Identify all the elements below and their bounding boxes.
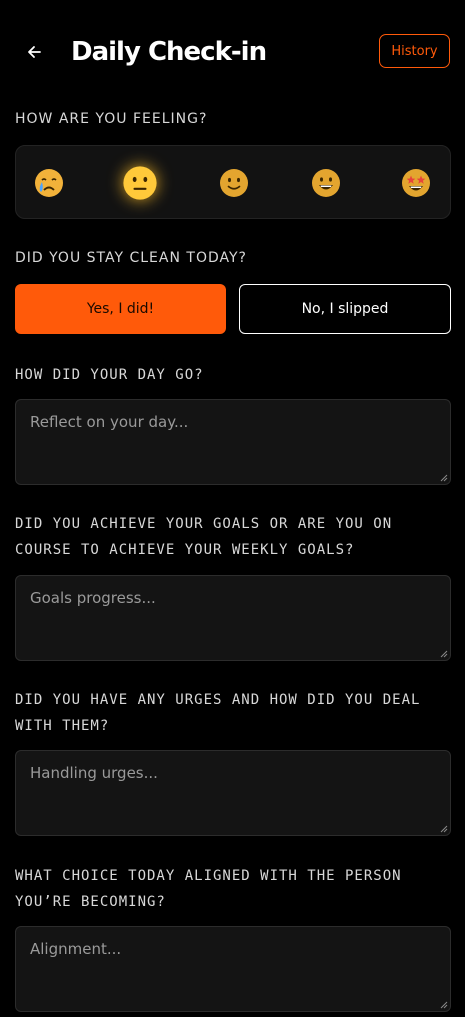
crying-face-icon	[35, 169, 63, 197]
alignment-placeholder: Alignment...	[30, 940, 122, 958]
back-button[interactable]	[20, 38, 48, 66]
mood-option-slightly-smiling[interactable]	[212, 161, 256, 205]
day-reflection-field[interactable]: Reflect on your day...	[15, 399, 451, 485]
urges-question-label: DID YOU HAVE ANY URGES AND HOW DID YOU D…	[15, 692, 421, 734]
day-question-label: HOW DID YOUR DAY GO?	[15, 367, 204, 383]
day-reflection-placeholder: Reflect on your day...	[30, 413, 189, 431]
resize-grip-icon[interactable]	[439, 473, 448, 482]
header-bar: Daily Check-in History	[0, 30, 465, 74]
goals-progress-placeholder: Goals progress...	[30, 589, 156, 607]
mood-option-neutral[interactable]	[118, 161, 162, 205]
neutral-face-icon	[123, 166, 157, 200]
grinning-face-icon	[312, 169, 340, 197]
page-title: Daily Check-in	[71, 37, 267, 67]
no-slipped-button[interactable]: No, I slipped	[239, 284, 451, 334]
goals-progress-field[interactable]: Goals progress...	[15, 575, 451, 661]
resize-grip-icon[interactable]	[439, 824, 448, 833]
alignment-question-label: WHAT CHOICE TODAY ALIGNED WITH THE PERSO…	[15, 868, 402, 910]
arrow-left-icon	[28, 46, 41, 58]
handling-urges-field[interactable]: Handling urges...	[15, 750, 451, 836]
goals-question-label: DID YOU ACHIEVE YOUR GOALS OR ARE YOU ON…	[15, 516, 393, 558]
mood-option-sad[interactable]	[27, 161, 71, 205]
star-struck-face-icon	[402, 169, 430, 197]
alignment-field[interactable]: Alignment...	[15, 926, 451, 1012]
handling-urges-placeholder: Handling urges...	[30, 764, 158, 782]
clean-question-label: DID YOU STAY CLEAN TODAY?	[15, 250, 247, 266]
mood-selector	[15, 145, 451, 219]
resize-grip-icon[interactable]	[439, 649, 448, 658]
mood-option-star-struck[interactable]	[394, 161, 438, 205]
mood-question-label: HOW ARE YOU FEELING?	[15, 111, 208, 127]
history-button[interactable]: History	[379, 34, 450, 68]
resize-grip-icon[interactable]	[439, 1000, 448, 1009]
slightly-smiling-face-icon	[220, 169, 248, 197]
yes-clean-button[interactable]: Yes, I did!	[15, 284, 226, 334]
mood-option-grinning[interactable]	[304, 161, 348, 205]
